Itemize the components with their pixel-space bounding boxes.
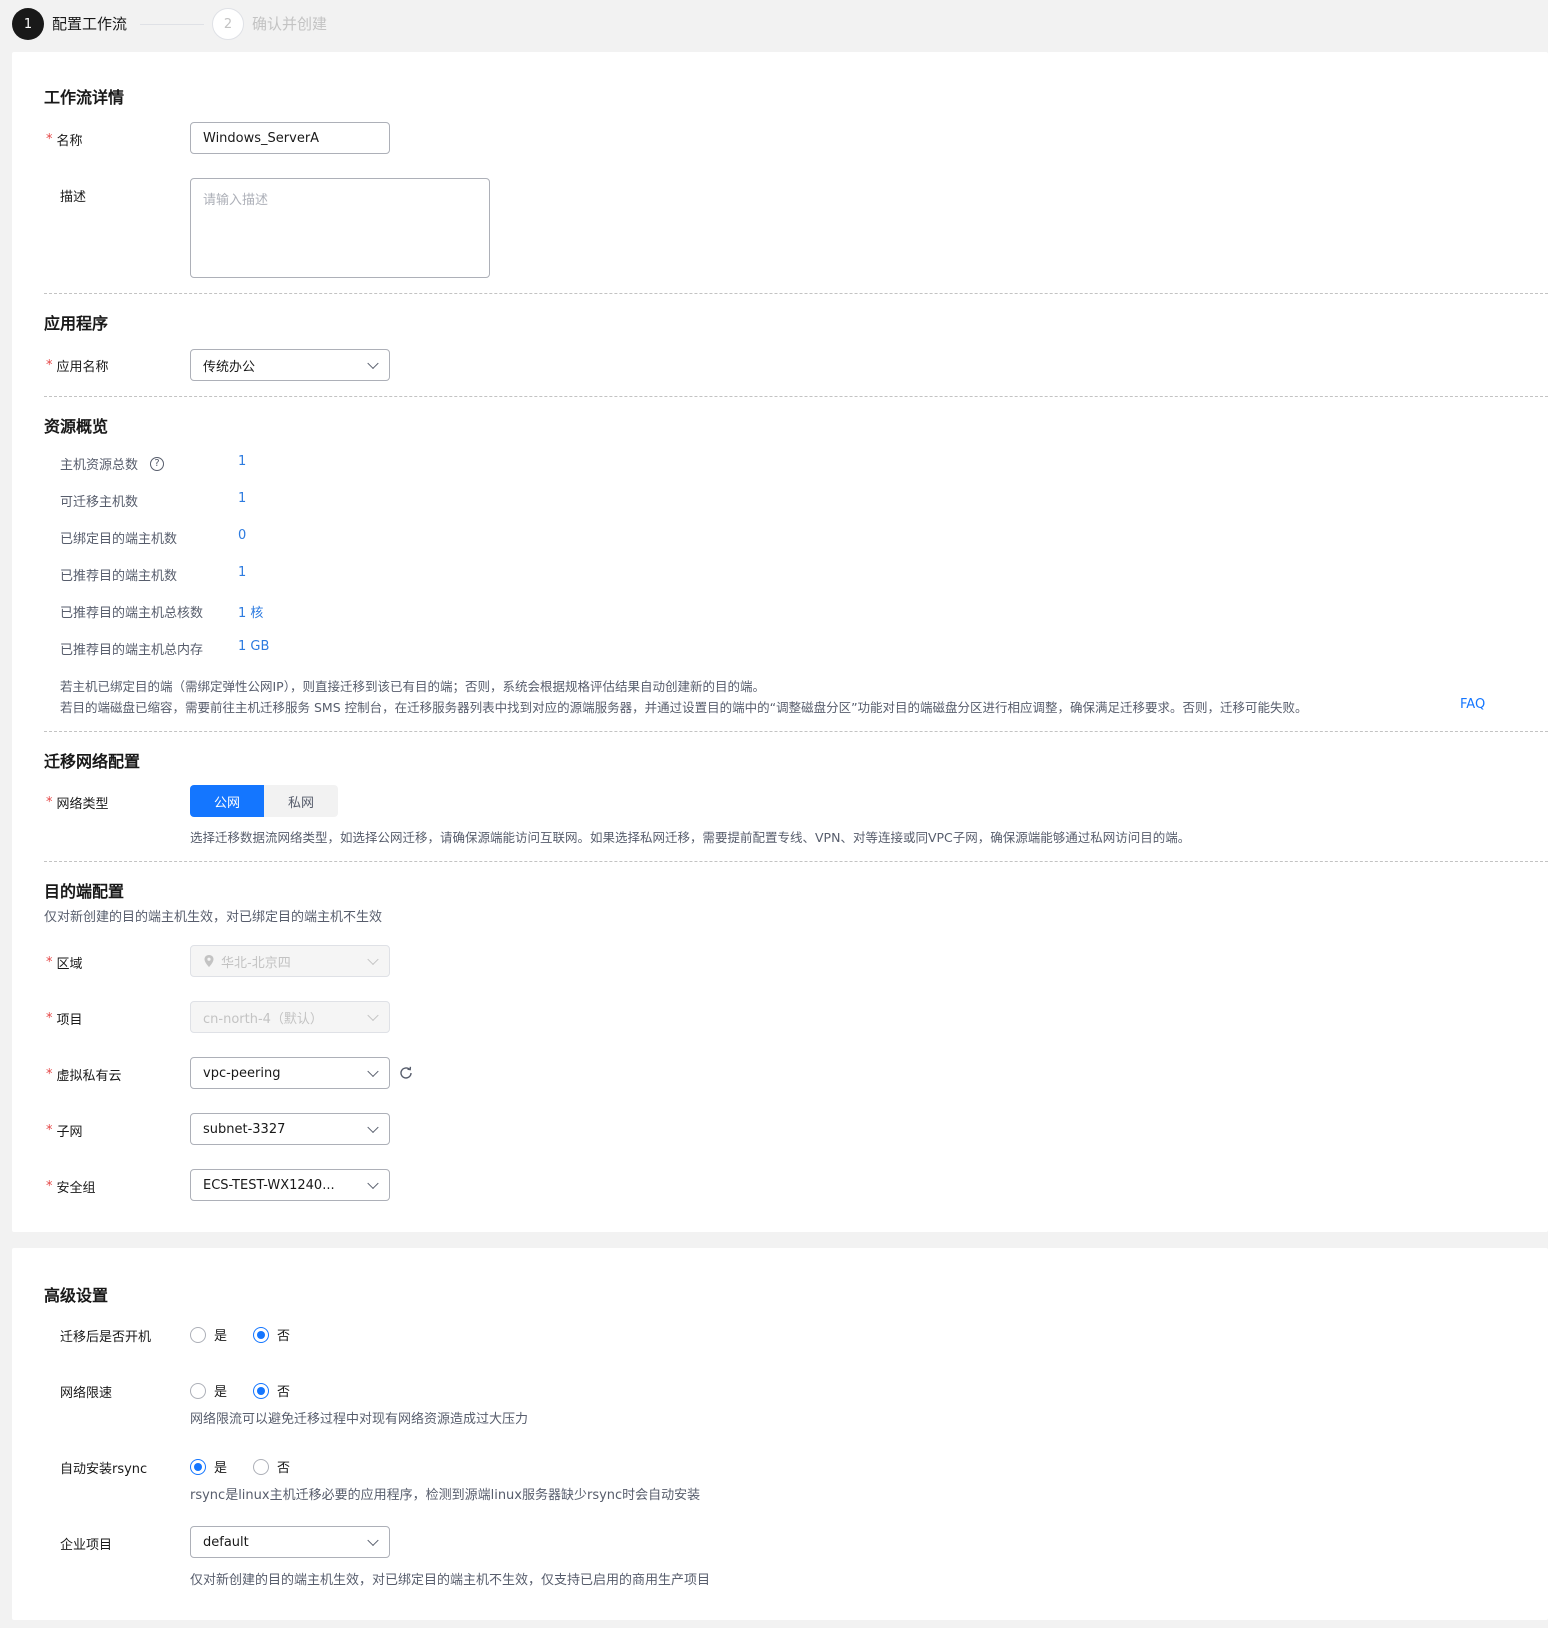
network-note: 选择迁移数据流网络类型，如选择公网迁移，请确保源端能访问互联网。如果选择私网迁移…: [190, 830, 1191, 845]
resource-label-migratable: 可迁移主机数: [60, 495, 139, 510]
divider: [44, 396, 1548, 397]
resource-value-memory: 1 GB: [238, 639, 270, 654]
speed-limit-radio-group: 是 否: [190, 1381, 290, 1400]
chevron-down-icon: [367, 1009, 379, 1022]
speed-limit-note: 网络限流可以避免迁移过程中对现有网络资源造成过大压力: [190, 1412, 529, 1427]
faq-link[interactable]: FAQ: [1460, 697, 1485, 712]
step-connector: [140, 24, 204, 25]
resource-label-bound: 已绑定目的端主机数: [60, 532, 178, 547]
resource-note-1: 若主机已绑定目的端（需绑定弹性公网IP），则直接迁移到该已有目的端；否则，系统会…: [60, 679, 765, 694]
section-title-advanced: 高级设置: [44, 1286, 109, 1305]
resource-label-cores: 已推荐目的端主机总核数: [60, 606, 204, 621]
enterprise-project-label: 企业项目: [60, 1538, 113, 1553]
resource-label-memory: 已推荐目的端主机总内存: [60, 643, 204, 658]
rsync-yes-radio[interactable]: [190, 1458, 206, 1475]
desc-textarea[interactable]: 请输入描述: [190, 178, 490, 278]
speed-limit-no-radio[interactable]: [253, 1382, 270, 1399]
desc-label: 描述: [60, 190, 87, 205]
rsync-yes-label: 是: [214, 1461, 228, 1476]
chevron-down-icon: [367, 953, 379, 966]
chevron-down-icon: [367, 357, 379, 370]
refresh-icon[interactable]: [398, 1065, 414, 1081]
enterprise-project-select[interactable]: default: [190, 1526, 390, 1558]
step-2-circle: 2: [212, 8, 244, 40]
vpc-label: * 虚拟私有云: [46, 1067, 122, 1084]
network-private-button[interactable]: 私网: [264, 785, 338, 817]
resource-label-total: 主机资源总数 ?: [60, 454, 165, 473]
advanced-card: [12, 1248, 1548, 1620]
region-select[interactable]: 华北-北京四: [190, 945, 390, 977]
poweron-yes-radio[interactable]: [190, 1326, 206, 1343]
poweron-label: 迁移后是否开机: [60, 1330, 152, 1345]
step-1-label: 配置工作流: [52, 15, 128, 33]
resource-value-cores: 1 核: [238, 606, 264, 621]
divider: [44, 731, 1548, 732]
help-icon[interactable]: ?: [150, 456, 165, 471]
name-input[interactable]: Windows_ServerA: [190, 122, 390, 154]
rsync-no-label: 否: [277, 1461, 291, 1476]
project-select[interactable]: cn-north-4（默认）: [190, 1001, 390, 1033]
chevron-down-icon: [367, 1121, 379, 1134]
resource-value-recommended: 1: [238, 565, 247, 580]
security-group-select[interactable]: ECS-TEST-WX1240...: [190, 1169, 390, 1201]
rsync-note: rsync是linux主机迁移必要的应用程序，检测到源端linux服务器缺少rs…: [190, 1488, 701, 1503]
project-label: * 项目: [46, 1011, 83, 1028]
resource-value-total: 1: [238, 454, 247, 469]
section-title-target: 目的端配置: [44, 882, 125, 901]
speed-limit-label: 网络限速: [60, 1386, 113, 1401]
resource-note-2: 若目的端磁盘已缩容，需要前往主机迁移服务 SMS 控制台，在迁移服务器列表中找到…: [60, 700, 1308, 715]
subnet-select[interactable]: subnet-3327: [190, 1113, 390, 1145]
step-2-label: 确认并创建: [252, 15, 328, 33]
poweron-radio-group: 是 否: [190, 1325, 290, 1344]
app-name-select[interactable]: 传统办公: [190, 349, 390, 381]
divider: [44, 861, 1548, 862]
rsync-label: 自动安装rsync: [60, 1462, 148, 1477]
chevron-down-icon: [367, 1065, 379, 1078]
speed-limit-yes-radio[interactable]: [190, 1382, 206, 1399]
poweron-no-radio[interactable]: [253, 1326, 270, 1343]
name-label: * 名称: [46, 132, 83, 149]
network-public-button[interactable]: 公网: [190, 785, 264, 817]
section-title-workflow: 工作流详情: [44, 88, 125, 107]
poweron-no-label: 否: [277, 1329, 291, 1344]
rsync-radio-group: 是 否: [190, 1457, 290, 1476]
chevron-down-icon: [367, 1534, 379, 1547]
speed-limit-no-label: 否: [277, 1385, 291, 1400]
section-title-resources: 资源概览: [44, 417, 109, 436]
security-group-label: * 安全组: [46, 1179, 96, 1196]
enterprise-project-note: 仅对新创建的目的端主机生效，对已绑定目的端主机不生效，仅支持已启用的商用生产项目: [190, 1573, 711, 1588]
resource-value-migratable: 1: [238, 491, 247, 506]
vpc-select[interactable]: vpc-peering: [190, 1057, 390, 1089]
chevron-down-icon: [367, 1177, 379, 1190]
rsync-no-radio[interactable]: [253, 1458, 270, 1475]
location-pin-icon: [204, 955, 214, 967]
section-title-application: 应用程序: [44, 314, 109, 333]
network-type-label: * 网络类型: [46, 795, 109, 812]
subnet-label: * 子网: [46, 1123, 83, 1140]
region-label: * 区域: [46, 955, 83, 972]
network-type-toggle: 公网 私网: [190, 785, 338, 817]
divider: [44, 293, 1548, 294]
resource-label-recommended: 已推荐目的端主机数: [60, 569, 178, 584]
speed-limit-yes-label: 是: [214, 1385, 228, 1400]
poweron-yes-label: 是: [214, 1329, 228, 1344]
resource-value-bound: 0: [238, 528, 247, 543]
step-1-circle: 1: [12, 8, 44, 40]
app-name-label: * 应用名称: [46, 358, 109, 375]
target-subtitle: 仅对新创建的目的端主机生效，对已绑定目的端主机不生效: [44, 910, 383, 925]
section-title-network: 迁移网络配置: [44, 752, 141, 771]
